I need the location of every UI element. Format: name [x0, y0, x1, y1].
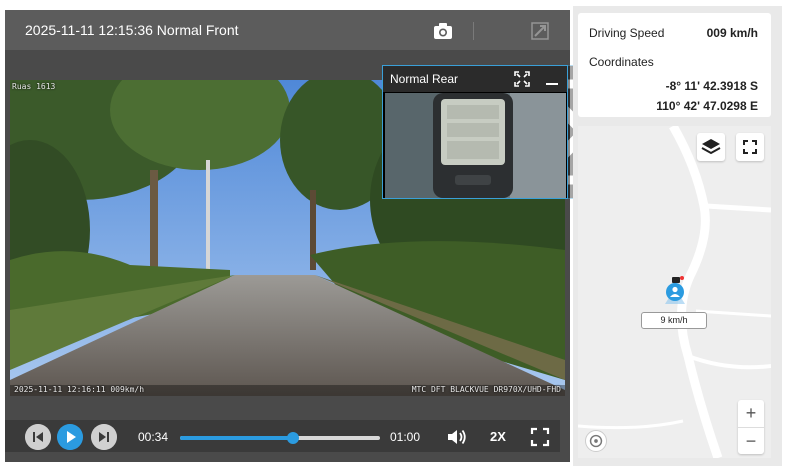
- seek-bar[interactable]: [180, 432, 380, 444]
- marker-speed-label: 9 km/h: [641, 312, 707, 329]
- seek-handle[interactable]: [287, 432, 299, 444]
- header-divider: [473, 22, 474, 40]
- expand-icon[interactable]: [513, 70, 531, 88]
- play-button[interactable]: [57, 424, 83, 450]
- telemetry-card: Driving Speed 009 km/h Coordinates -8° 1…: [578, 13, 771, 117]
- volume-icon[interactable]: [446, 427, 468, 447]
- rear-camera-frame: [385, 93, 566, 198]
- previous-button[interactable]: [25, 424, 51, 450]
- fullscreen-icon[interactable]: [530, 427, 550, 447]
- video-header: 2025-11-11 12:15:36 Normal Front: [5, 10, 678, 199]
- camera-icon[interactable]: [432, 20, 454, 42]
- pip-title: Normal Rear: [390, 72, 459, 86]
- longitude-value: 110° 42' 47.0298 E: [656, 99, 758, 113]
- seek-progress: [180, 436, 293, 440]
- playback-speed-button[interactable]: 2X: [490, 429, 506, 444]
- playback-controls: 00:34 01:00 2X: [5, 420, 560, 452]
- minimize-icon[interactable]: [543, 70, 561, 88]
- duration: 01:00: [390, 430, 421, 444]
- swap-view-icon[interactable]: [529, 20, 551, 42]
- zoom-control: + −: [738, 400, 764, 454]
- driving-speed-label: Driving Speed: [589, 26, 665, 40]
- coordinates-label: Coordinates: [589, 55, 654, 69]
- vehicle-marker-icon[interactable]: [663, 276, 687, 306]
- info-sidebar: Driving Speed 009 km/h Coordinates -8° 1…: [573, 6, 782, 466]
- current-time: 00:34: [138, 430, 169, 444]
- osd-device: MTC DFT BLACKVUE DR970X/UHD-FHD: [411, 385, 561, 394]
- compass-icon[interactable]: [585, 430, 607, 452]
- pip-header: Normal Rear: [383, 66, 567, 92]
- expand-icon: [743, 140, 757, 154]
- osd-road-label: Ruas 1613: [12, 82, 56, 91]
- layers-button[interactable]: [697, 133, 725, 161]
- zoom-out-button[interactable]: −: [738, 427, 764, 453]
- osd-timestamp: 2025-11-11 12:16:11 009km/h: [14, 385, 145, 394]
- rear-camera-pip[interactable]: Normal Rear: [382, 65, 568, 199]
- next-button[interactable]: [91, 424, 117, 450]
- driving-speed-value: 009 km/h: [706, 26, 758, 40]
- map-fullscreen-button[interactable]: [736, 133, 764, 161]
- map-view[interactable]: 9 km/h + −: [578, 126, 771, 458]
- dashcam-viewer: 2025-11-11 12:15:36 Normal Front Ruas 16…: [0, 0, 785, 467]
- latitude-value: -8° 11' 42.3918 S: [665, 79, 758, 93]
- zoom-in-button[interactable]: +: [738, 400, 764, 426]
- video-title: 2025-11-11 12:15:36 Normal Front: [25, 22, 239, 38]
- layers-icon: [701, 139, 721, 155]
- video-panel: 2025-11-11 12:15:36 Normal Front Ruas 16…: [5, 10, 678, 462]
